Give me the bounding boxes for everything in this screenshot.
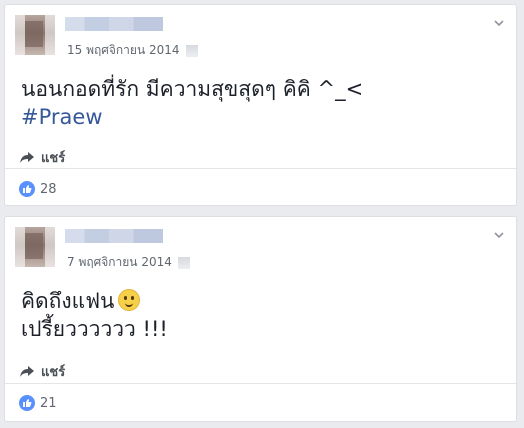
post-card: 7 พฤศจิกายน 2014 คิดถึงแฟน เปรี้ยวววววว … [4, 216, 517, 422]
like-count: 28 [40, 181, 57, 197]
like-summary[interactable]: 21 [19, 395, 57, 411]
chevron-down-icon[interactable] [492, 229, 506, 243]
post-date[interactable]: 7 พฤศจิกายน 2014 [67, 253, 172, 272]
post-text-line: นอนกอดที่รัก มีความสุขสุดๆ คิคิ ^_< [21, 77, 364, 101]
post-text-line2: เปรี้ยวววววว !!! [21, 317, 168, 341]
hashtag-link[interactable]: #Praew [21, 103, 363, 131]
privacy-icon[interactable] [177, 256, 190, 269]
chevron-down-icon[interactable] [492, 17, 506, 31]
author-name-blurred[interactable] [65, 229, 163, 243]
post-text: นอนกอดที่รัก มีความสุขสุดๆ คิคิ ^_< #Pra… [21, 75, 363, 131]
avatar[interactable] [15, 227, 55, 267]
post-meta: 15 พฤศจิกายน 2014 [67, 41, 198, 60]
smile-emoji-icon [118, 289, 141, 311]
divider [5, 168, 516, 169]
share-arrow-icon [20, 366, 34, 377]
post-card: 15 พฤศจิกายน 2014 นอนกอดที่รัก มีความสุข… [4, 4, 517, 206]
author-name-blurred[interactable] [65, 17, 163, 31]
divider [5, 383, 516, 384]
share-arrow-icon [20, 152, 34, 163]
like-count: 21 [40, 395, 57, 411]
post-meta: 7 พฤศจิกายน 2014 [67, 253, 190, 272]
like-icon [19, 395, 35, 411]
post-text-line1: คิดถึงแฟน [21, 289, 115, 313]
share-button[interactable]: แชร์ [19, 147, 65, 168]
share-label: แชร์ [41, 151, 66, 166]
post-date[interactable]: 15 พฤศจิกายน 2014 [67, 41, 180, 60]
privacy-icon[interactable] [185, 44, 198, 57]
share-button[interactable]: แชร์ [19, 361, 65, 382]
like-icon [19, 181, 35, 197]
like-summary[interactable]: 28 [19, 181, 57, 197]
avatar[interactable] [15, 15, 55, 55]
share-label: แชร์ [41, 365, 66, 380]
post-text: คิดถึงแฟน เปรี้ยวววววว !!! [21, 287, 168, 343]
post-text-line: คิดถึงแฟน [21, 287, 168, 315]
